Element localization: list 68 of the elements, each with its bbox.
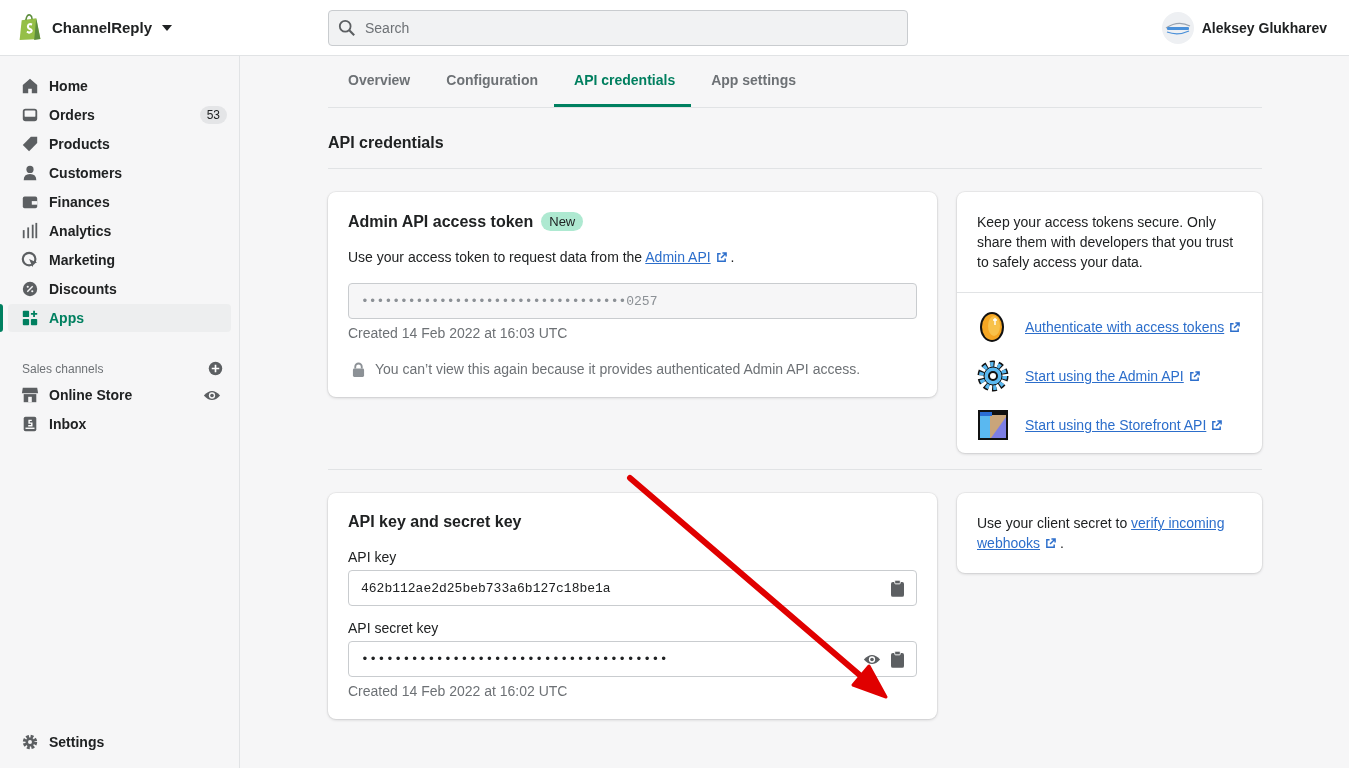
inbox-icon bbox=[21, 415, 39, 433]
store-icon bbox=[21, 386, 39, 404]
nav-item[interactable]: Marketing bbox=[8, 246, 231, 274]
apps-icon bbox=[21, 309, 39, 327]
card-title: Admin API access token bbox=[348, 212, 534, 231]
clipboard-icon[interactable] bbox=[891, 650, 904, 668]
eye-icon[interactable] bbox=[863, 652, 881, 666]
doc-link[interactable]: Start using the Storefront API bbox=[1025, 417, 1223, 433]
field-label: API secret key bbox=[348, 620, 440, 636]
gear-icon bbox=[977, 360, 1009, 392]
search-icon bbox=[338, 18, 356, 37]
blueprint-icon bbox=[977, 409, 1009, 441]
add-icon[interactable] bbox=[208, 361, 223, 376]
external-link-icon bbox=[715, 252, 727, 263]
external-link-icon bbox=[1188, 371, 1200, 382]
orders-icon bbox=[21, 106, 39, 124]
description-text: Use your access token to request data from the Admin API . bbox=[348, 248, 736, 267]
settings-icon bbox=[21, 733, 39, 751]
tab[interactable]: API credentials bbox=[554, 56, 692, 107]
nav-item[interactable]: Discounts bbox=[8, 275, 231, 303]
external-link-icon bbox=[1229, 322, 1241, 333]
status-badge: New bbox=[541, 212, 584, 231]
tab[interactable]: Overview bbox=[328, 56, 427, 107]
description-text: Use your client secret to verify incoming webhooks . bbox=[977, 514, 1226, 553]
section-heading: API credentials bbox=[328, 108, 1262, 169]
nav-item[interactable]: Orders 53 bbox=[8, 101, 231, 129]
field-label: API key bbox=[348, 549, 398, 565]
caret-icon bbox=[162, 24, 173, 31]
nav-item[interactable]: Products bbox=[8, 130, 231, 158]
count-badge: 53 bbox=[199, 106, 227, 124]
admin-api-link[interactable]: Admin API bbox=[645, 249, 727, 265]
created-date: Created 14 Feb 2022 at 16:03 UTC bbox=[348, 325, 569, 341]
user-menu[interactable]: Aleksey Glukharev bbox=[1155, 10, 1333, 45]
key-field[interactable]: 462b112ae2d25beb733a6b127c18be1a bbox=[348, 570, 917, 606]
bars-icon bbox=[21, 222, 39, 240]
card-title: API key and secret key bbox=[348, 513, 523, 531]
external-link-icon bbox=[1045, 538, 1057, 549]
webhooks-link[interactable]: verify incoming bbox=[1131, 515, 1225, 531]
external-link-icon bbox=[1211, 420, 1223, 431]
tag-icon bbox=[21, 135, 39, 153]
store-switcher[interactable]: ChannelReply bbox=[52, 19, 173, 36]
settings-link[interactable]: Settings bbox=[8, 728, 231, 756]
target-icon bbox=[21, 251, 39, 269]
person-icon bbox=[21, 164, 39, 182]
percent-icon bbox=[21, 280, 39, 298]
tab[interactable]: App settings bbox=[691, 56, 812, 107]
created-date: Created 14 Feb 2022 at 16:02 UTC bbox=[348, 683, 569, 699]
eye-icon[interactable] bbox=[203, 388, 221, 402]
nav-item[interactable]: Analytics bbox=[8, 217, 231, 245]
lock-icon bbox=[352, 361, 365, 377]
doc-link[interactable]: Authenticate with access tokens bbox=[1025, 319, 1241, 335]
webhooks-link[interactable]: webhooks bbox=[977, 535, 1057, 551]
nav-item[interactable]: Customers bbox=[8, 159, 231, 187]
shopping-bag-logo-icon bbox=[18, 14, 42, 41]
tab[interactable]: Configuration bbox=[426, 56, 555, 107]
doc-link[interactable]: Start using the Admin API bbox=[1025, 368, 1200, 384]
nav-item[interactable]: Finances bbox=[8, 188, 231, 216]
tip-text: Keep your access tokens secure. Only share them with developers that you trust to safely access your data. bbox=[957, 192, 1262, 293]
key-field[interactable]: ••••••••••••••••••••••••••••••••••••• bbox=[348, 641, 917, 677]
nav-item[interactable]: Inbox bbox=[8, 410, 231, 438]
notice-text: You can’t view this again because it provides authenticated Admin API access. bbox=[375, 361, 861, 377]
search-field[interactable]: Search bbox=[328, 9, 908, 46]
nav-item[interactable]: Online Store bbox=[8, 381, 231, 409]
clipboard-icon[interactable] bbox=[891, 579, 904, 597]
home-icon bbox=[21, 77, 39, 95]
avatar-icon bbox=[1161, 11, 1194, 44]
nav-item[interactable]: Home bbox=[8, 72, 231, 100]
section-title: Sales channels bbox=[22, 361, 104, 376]
